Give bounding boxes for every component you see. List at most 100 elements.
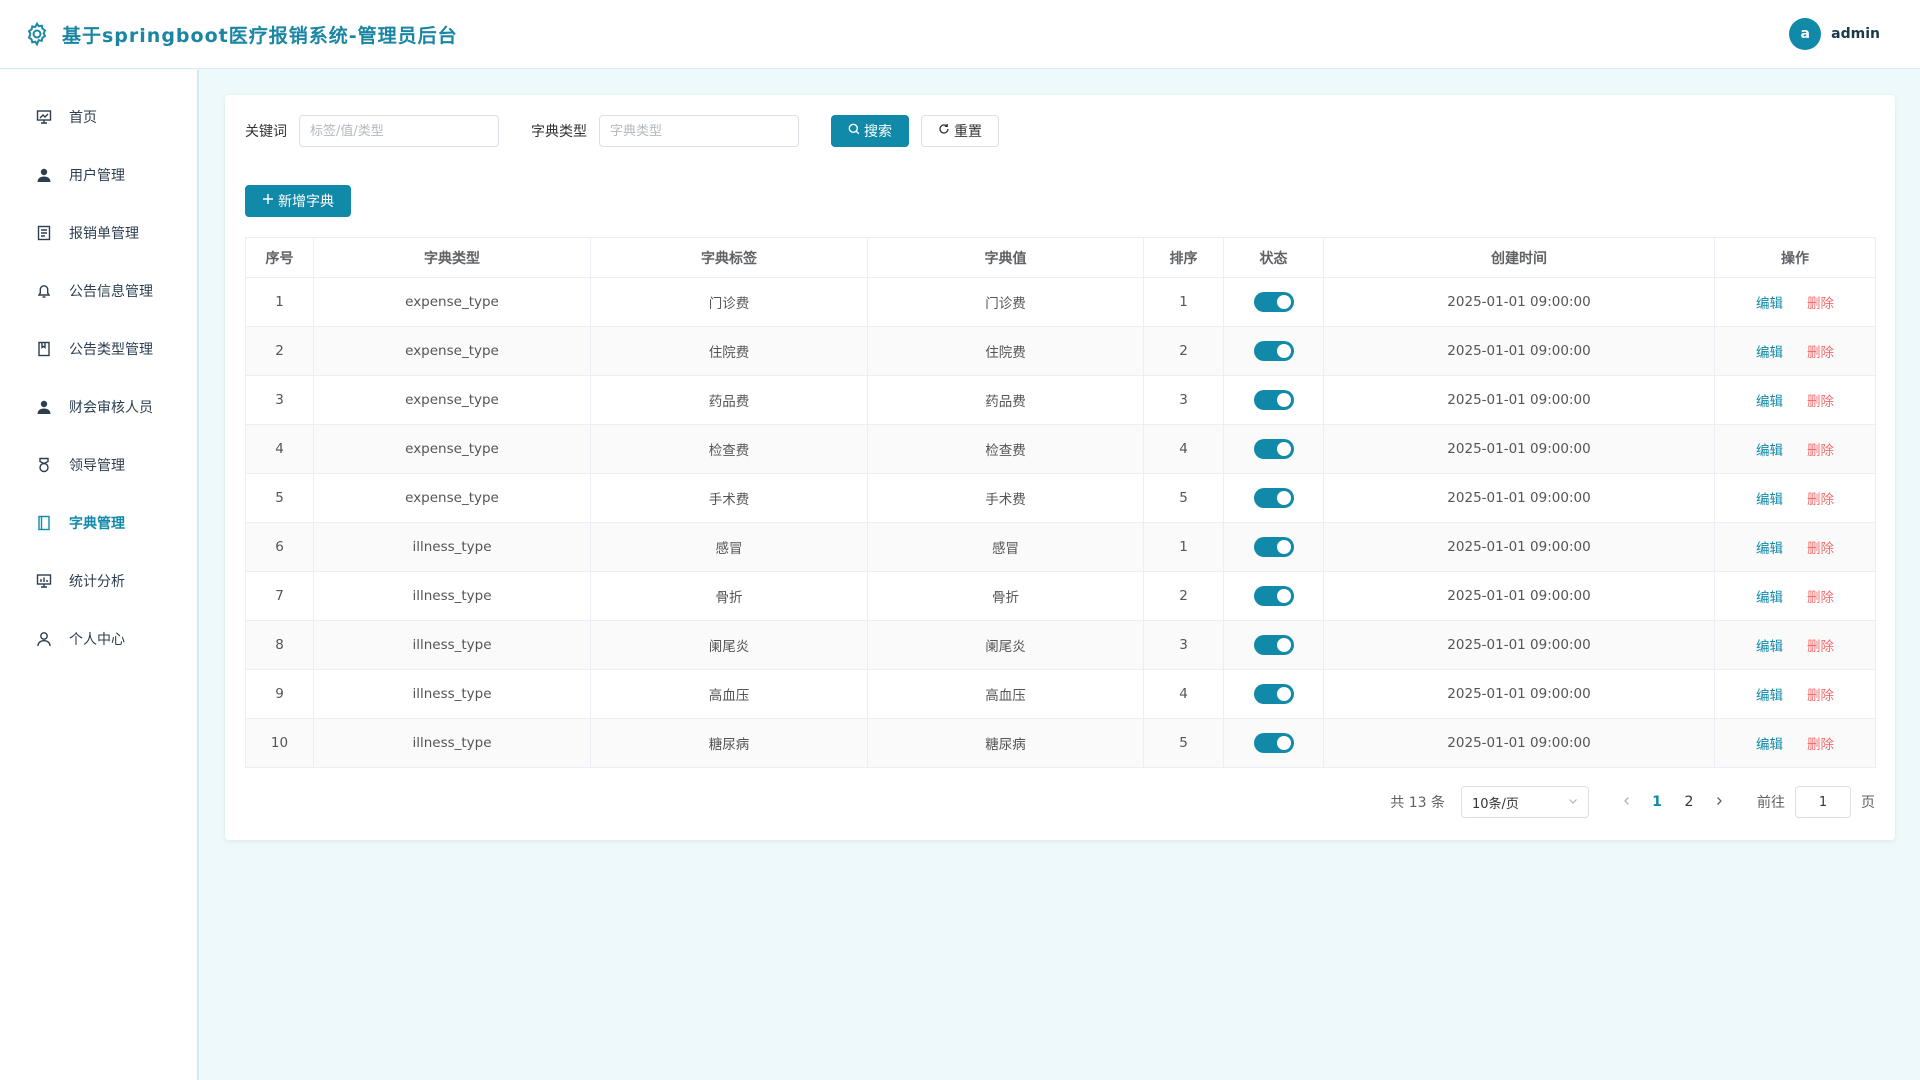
goto-page-input[interactable] [1795,786,1851,818]
sidebar-item-label: 财会审核人员 [69,400,153,416]
delete-button[interactable]: 删除 [1807,688,1834,704]
keyword-input[interactable] [299,115,499,147]
sidebar-item-announcements[interactable]: 公告信息管理 [0,262,197,320]
edit-button[interactable]: 编辑 [1756,345,1783,361]
sidebar-item-expense-forms[interactable]: 报销单管理 [0,204,197,262]
edit-button[interactable]: 编辑 [1756,394,1783,410]
chart-icon [35,572,53,590]
delete-button[interactable]: 删除 [1807,492,1834,508]
cell-created: 2025-01-01 09:00:00 [1323,326,1715,376]
status-toggle[interactable] [1253,537,1294,557]
user-menu[interactable]: a admin [1789,18,1880,50]
cell-actions: 编辑 删除 [1714,669,1876,719]
cell-sort: 1 [1143,277,1224,327]
cell-actions: 编辑 删除 [1714,473,1876,523]
cell-value: 骨折 [867,571,1144,621]
cell-index: 10 [245,718,314,768]
cell-label: 阑尾炎 [590,620,868,670]
delete-button[interactable]: 删除 [1807,737,1834,753]
prev-page-button[interactable] [1613,794,1641,810]
dict-type-input[interactable] [599,115,799,147]
sidebar-item-label: 公告类型管理 [69,342,153,358]
status-toggle[interactable] [1253,684,1294,704]
cell-index: 9 [245,669,314,719]
username[interactable]: admin [1831,26,1880,42]
edit-button[interactable]: 编辑 [1756,296,1783,312]
delete-button[interactable]: 删除 [1807,541,1834,557]
add-dictionary-button[interactable]: 新增字典 [245,185,351,217]
delete-button[interactable]: 删除 [1807,590,1834,606]
status-toggle[interactable] [1253,439,1294,459]
sidebar-item-leaders[interactable]: 领导管理 [0,436,197,494]
delete-button[interactable]: 删除 [1807,296,1834,312]
col-header-sort: 排序 [1143,237,1224,278]
cell-sort: 1 [1143,522,1224,572]
cell-actions: 编辑 删除 [1714,571,1876,621]
page-number-1[interactable]: 1 [1641,794,1673,810]
delete-button[interactable]: 删除 [1807,394,1834,410]
sidebar-item-users[interactable]: 用户管理 [0,146,197,204]
cell-sort: 5 [1143,473,1224,523]
status-toggle[interactable] [1253,488,1294,508]
cell-label: 药品费 [590,375,868,425]
sidebar-item-dictionary[interactable]: 字典管理 [0,494,197,552]
edit-button[interactable]: 编辑 [1756,737,1783,753]
page-size-select[interactable]: 10条/页 [1461,786,1589,818]
reset-button[interactable]: 重置 [921,115,999,147]
status-toggle[interactable] [1253,733,1294,753]
cell-actions: 编辑 删除 [1714,375,1876,425]
delete-button[interactable]: 删除 [1807,443,1834,459]
bell-icon [35,282,53,300]
edit-button[interactable]: 编辑 [1756,639,1783,655]
cell-type: illness_type [313,571,591,621]
cell-status [1223,424,1324,474]
status-toggle[interactable] [1253,390,1294,410]
cell-created: 2025-01-01 09:00:00 [1323,718,1715,768]
delete-button[interactable]: 删除 [1807,345,1834,361]
cell-type: expense_type [313,326,591,376]
cell-value: 感冒 [867,522,1144,572]
cell-type: expense_type [313,277,591,327]
table-row: 2 expense_type 住院费 住院费 2 2025-01-01 09:00:00 编… [245,326,1876,376]
edit-button[interactable]: 编辑 [1756,443,1783,459]
cell-value: 糖尿病 [867,718,1144,768]
status-toggle[interactable] [1253,586,1294,606]
chevron-left-icon [1624,797,1629,805]
sidebar-item-home[interactable]: 首页 [0,88,197,146]
edit-button[interactable]: 编辑 [1756,688,1783,704]
cell-actions: 编辑 删除 [1714,718,1876,768]
edit-button[interactable]: 编辑 [1756,541,1783,557]
goto-page: 前往 页 [1757,786,1875,818]
keyword-label: 关键词 [245,124,287,140]
sidebar-item-statistics[interactable]: 统计分析 [0,552,197,610]
sidebar-item-profile[interactable]: 个人中心 [0,610,197,668]
cell-status [1223,473,1324,523]
cell-index: 4 [245,424,314,474]
cell-status [1223,277,1324,327]
table-row: 6 illness_type 感冒 感冒 1 2025-01-01 09:00:00 编辑删… [245,522,1876,572]
search-button[interactable]: 搜索 [831,115,909,147]
sidebar-item-label: 首页 [69,110,97,126]
chevron-right-icon [1717,797,1722,805]
delete-button[interactable]: 删除 [1807,639,1834,655]
status-toggle[interactable] [1253,341,1294,361]
sidebar-item-announcement-types[interactable]: 公告类型管理 [0,320,197,378]
page-number-2[interactable]: 2 [1673,794,1705,810]
cell-label: 感冒 [590,522,868,572]
cell-type: expense_type [313,375,591,425]
edit-button[interactable]: 编辑 [1756,492,1783,508]
status-toggle[interactable] [1253,292,1294,312]
gear-icon [24,21,50,47]
avatar[interactable]: a [1789,18,1822,50]
cell-value: 门诊费 [867,277,1144,327]
table-row: 7 illness_type 骨折 骨折 2 2025-01-01 09:00:00 编辑删… [245,571,1876,621]
status-toggle[interactable] [1253,635,1294,655]
edit-button[interactable]: 编辑 [1756,590,1783,606]
filter-bar: 关键词 字典类型 搜索 重置 [245,115,1875,147]
col-header-type: 字典类型 [313,237,591,278]
next-page-button[interactable] [1705,794,1733,810]
pagination: 共 13 条 10条/页 1 2 前往 页 [245,786,1875,818]
sidebar-item-finance-auditors[interactable]: 财会审核人员 [0,378,197,436]
cell-value: 药品费 [867,375,1144,425]
plus-icon [262,193,274,209]
